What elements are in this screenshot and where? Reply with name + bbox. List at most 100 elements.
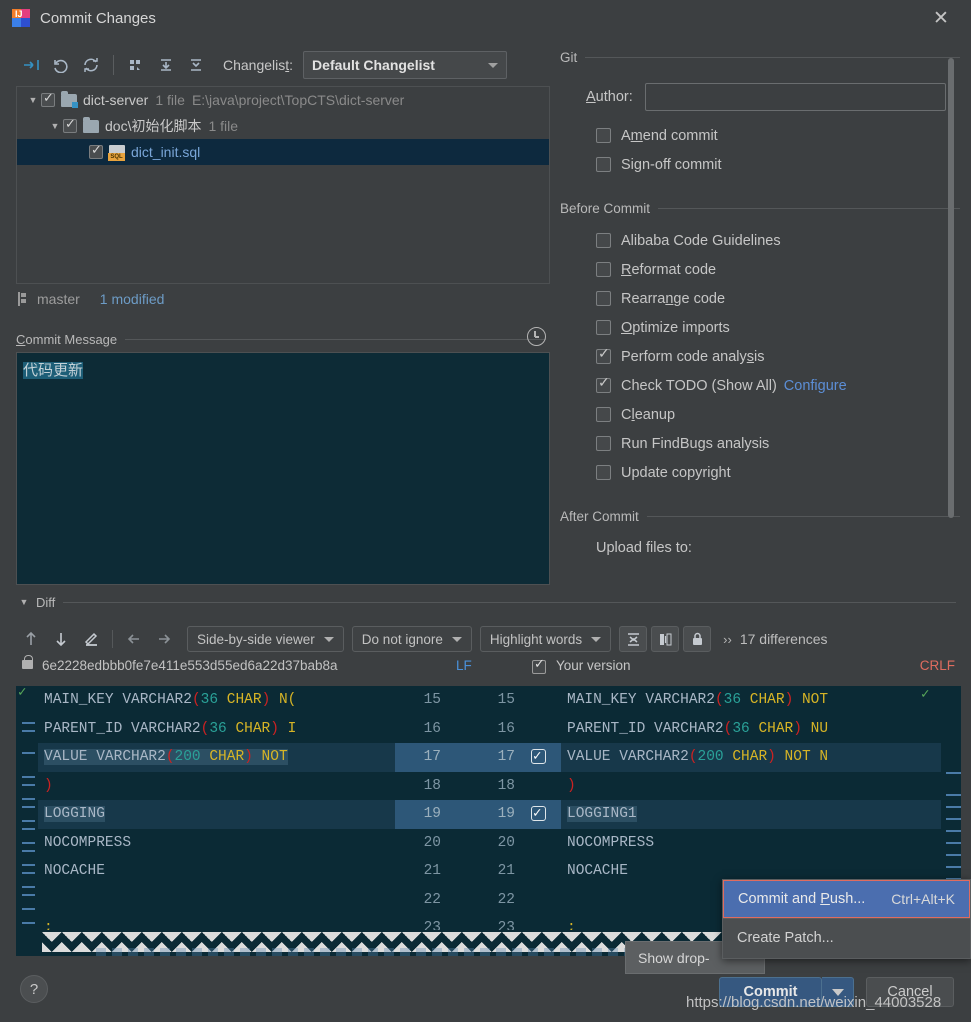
chevron-down-icon[interactable]: ▼ [25, 95, 41, 105]
edit-source-icon[interactable] [76, 626, 106, 652]
diff-row: ) [567, 777, 576, 794]
run-findbugs-analysis-option[interactable]: Run FindBugs analysis [596, 429, 960, 458]
collapse-all-icon[interactable] [181, 51, 211, 79]
viewer-mode-combo[interactable]: Side-by-side viewer [187, 626, 344, 652]
perform-code-analysis-checkbox[interactable] [596, 346, 611, 364]
check-todo-checkbox[interactable] [596, 375, 611, 393]
tree-row[interactable]: ▼ doc\初始化脚本 1 file [17, 113, 549, 139]
folder-icon [83, 116, 99, 133]
divider [125, 338, 546, 340]
commit-changes-dialog: IJ Commit Changes ✕ Changelist: Default … [0, 0, 971, 1022]
your-version-checkbox[interactable] [532, 657, 546, 674]
line-number: 21 [423, 863, 441, 879]
alibaba-code-guidelines-option[interactable]: Alibaba Code Guidelines [596, 226, 960, 255]
accept-right-icon[interactable] [149, 626, 179, 652]
help-button[interactable]: ? [20, 975, 48, 1003]
changed-files-tree[interactable]: ▼ dict-server 1 file E:\java\project\Top… [16, 86, 550, 284]
lock-icon[interactable] [683, 626, 712, 652]
expand-all-icon[interactable] [151, 51, 181, 79]
diff-section-header[interactable]: ▼ Diff [16, 593, 956, 611]
collapse-to-selection-icon[interactable] [16, 51, 46, 79]
whitespace-mode-combo[interactable]: Do not ignore [351, 626, 472, 652]
configure-link[interactable]: Configure [784, 378, 847, 394]
run-findbugs-analysis-checkbox[interactable] [596, 436, 611, 451]
chevron-down-icon[interactable]: ▼ [47, 121, 63, 131]
check-todo-label: Check TODO (Show All) [621, 377, 777, 394]
diff-section-title: Diff [36, 594, 56, 610]
optimize-imports-checkbox[interactable] [596, 320, 611, 335]
cleanup-option[interactable]: Cleanup [596, 400, 960, 429]
revert-icon[interactable] [46, 51, 76, 79]
update-copyright-option[interactable]: Update copyright [596, 458, 960, 487]
tree-row[interactable]: ▼ dict-server 1 file E:\java\project\Top… [17, 87, 549, 113]
tree-item-label: doc\初始化脚本 [105, 118, 202, 134]
check-todo-option[interactable]: Check TODO (Show All) Configure [596, 371, 960, 400]
commit-actions-dropdown[interactable]: Commit and Push... Ctrl+Alt+K Create Pat… [722, 879, 971, 959]
git-group-header: Git [560, 50, 960, 65]
accept-change-checkbox[interactable] [531, 743, 546, 771]
collapse-unchanged-icon[interactable] [619, 626, 648, 652]
line-number: 17 [497, 749, 515, 765]
amend-commit-checkbox[interactable] [596, 128, 611, 143]
accept-change-checkbox[interactable] [531, 800, 546, 828]
tree-item-path: E:\java\project\TopCTS\dict-server [191, 92, 405, 108]
create-patch-menu-item[interactable]: Create Patch... [723, 919, 970, 957]
tree-checkbox[interactable] [89, 143, 103, 159]
overflow-icon[interactable]: ›› [723, 632, 732, 647]
reformat-code-checkbox[interactable] [596, 262, 611, 277]
next-difference-icon[interactable] [46, 626, 76, 652]
optimize-imports-option[interactable]: Optimize imports [596, 313, 960, 342]
sign-off-commit-label: Sign-off commit [621, 156, 722, 173]
tree-checkbox[interactable] [63, 117, 77, 133]
diff-left-pane[interactable]: MAIN_KEY VARCHAR2(36 CHAR) N( PARENT_ID … [38, 686, 395, 936]
diff-left-marker-gutter[interactable]: ✓ [16, 686, 38, 936]
after-commit-group-header: After Commit [560, 509, 960, 524]
commit-message-label: Commit Message [16, 331, 118, 347]
reformat-code-option[interactable]: Reformat code [596, 255, 960, 284]
commit-and-push-menu-item[interactable]: Commit and Push... Ctrl+Alt+K [723, 880, 970, 918]
perform-code-analysis-option[interactable]: Perform code analysis [596, 342, 960, 371]
tree-item-label: dict-server [83, 92, 149, 108]
cleanup-checkbox[interactable] [596, 407, 611, 422]
commit-message-input[interactable]: 代码更新 [16, 352, 550, 585]
update-copyright-label: Update copyright [621, 464, 731, 481]
highlight-mode-combo[interactable]: Highlight words [479, 626, 612, 652]
options-scrollbar[interactable] [948, 58, 954, 518]
amend-commit-option[interactable]: Amend commit [596, 121, 960, 150]
group-by-icon[interactable] [121, 51, 151, 79]
before-commit-group-header: Before Commit [560, 201, 960, 216]
line-number: 17 [423, 749, 441, 765]
changelist-combo[interactable]: Default Changelist [303, 51, 508, 79]
author-input[interactable] [644, 83, 946, 111]
close-icon[interactable]: ✕ [929, 6, 953, 30]
commit-options-panel: Git Author: Amend commit Sign-off commit… [560, 50, 960, 590]
sql-file-icon [108, 144, 125, 161]
chevron-down-icon[interactable]: ▼ [16, 597, 32, 607]
commit-and-push-shortcut: Ctrl+Alt+K [891, 891, 955, 907]
perform-code-analysis-label: Perform code analysis [621, 348, 765, 365]
alibaba-code-guidelines-checkbox[interactable] [596, 233, 611, 248]
clock-icon[interactable] [527, 327, 546, 346]
rearrange-code-option[interactable]: Rearrange code [596, 284, 960, 313]
left-line-separator[interactable]: LF [456, 658, 472, 673]
rearrange-code-label: Rearrange code [621, 290, 726, 307]
previous-difference-icon[interactable] [16, 626, 46, 652]
sign-off-commit-option[interactable]: Sign-off commit [596, 150, 960, 179]
your-version-label: Your version [556, 658, 631, 673]
refresh-icon[interactable] [76, 51, 106, 79]
diff-row [38, 886, 395, 915]
divider [585, 57, 960, 58]
divider [646, 516, 960, 517]
rearrange-code-checkbox[interactable] [596, 291, 611, 306]
branch-bar: master 1 modified [16, 288, 550, 310]
tree-checkbox[interactable] [41, 91, 55, 107]
commit-message-header: Commit Message [16, 330, 550, 348]
update-copyright-checkbox[interactable] [596, 465, 611, 480]
amend-commit-label: Amend commit [621, 127, 718, 144]
synchronize-scroll-icon[interactable] [651, 626, 680, 652]
sign-off-commit-checkbox[interactable] [596, 157, 611, 172]
diff-row-changed: VALUE VARCHAR2(200 CHAR) NOT [38, 743, 395, 772]
tree-row[interactable]: dict_init.sql [17, 139, 549, 165]
accept-left-icon[interactable] [119, 626, 149, 652]
right-line-separator[interactable]: CRLF [920, 658, 955, 673]
